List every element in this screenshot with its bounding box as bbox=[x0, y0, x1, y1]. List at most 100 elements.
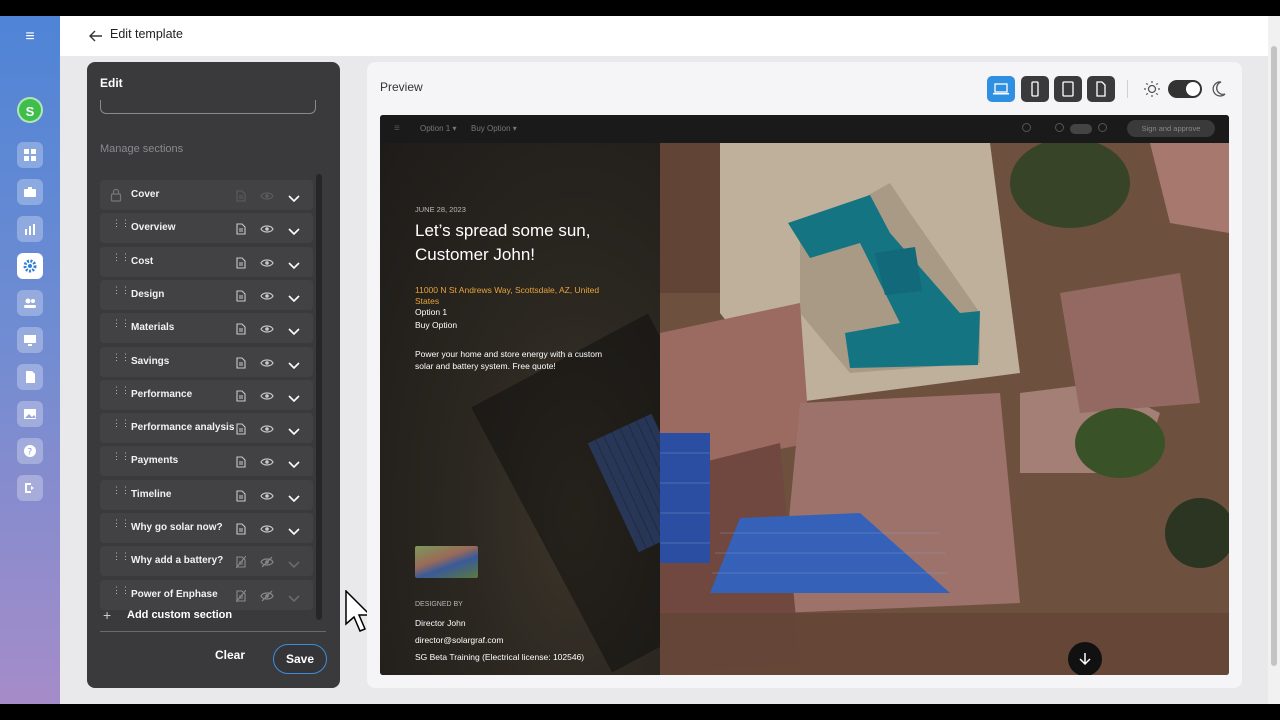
cover-headline: Let’s spread some sun, Customer John! bbox=[415, 221, 591, 264]
document-icon[interactable] bbox=[17, 364, 43, 390]
page-icon[interactable] bbox=[236, 289, 246, 307]
chevron-down-icon[interactable] bbox=[288, 323, 300, 341]
page-hidden-icon[interactable] bbox=[235, 589, 247, 607]
laptop-icon[interactable] bbox=[987, 76, 1015, 102]
eye-off-icon[interactable] bbox=[260, 589, 274, 607]
back-arrow-icon[interactable] bbox=[88, 28, 104, 44]
section-row[interactable]: ⋮⋮ Performance analysis bbox=[100, 413, 313, 444]
section-row[interactable]: ⋮⋮ Power of Enphase bbox=[100, 579, 313, 610]
chevron-down-icon[interactable] bbox=[288, 456, 300, 474]
scroll-down-button[interactable] bbox=[1068, 642, 1102, 675]
chevron-down-icon[interactable] bbox=[288, 490, 300, 508]
page-icon[interactable] bbox=[236, 455, 246, 473]
image-icon[interactable] bbox=[17, 401, 43, 427]
scrollbar-thumb[interactable] bbox=[1271, 46, 1277, 666]
section-row[interactable]: Cover bbox=[100, 180, 313, 210]
eye-icon[interactable] bbox=[260, 455, 274, 473]
divider bbox=[100, 631, 326, 632]
document-view-icon[interactable] bbox=[1087, 76, 1115, 102]
chevron-down-icon[interactable] bbox=[288, 257, 300, 275]
chevron-down-icon[interactable] bbox=[288, 190, 300, 208]
eye-icon[interactable] bbox=[260, 489, 274, 507]
option-dropdown[interactable]: Option 1 ▾ bbox=[420, 124, 457, 133]
drag-handle-icon[interactable]: ⋮⋮ bbox=[112, 585, 130, 602]
eye-icon[interactable] bbox=[260, 189, 274, 207]
drag-handle-icon[interactable]: ⋮⋮ bbox=[112, 419, 130, 435]
drag-handle-icon[interactable]: ⋮⋮ bbox=[112, 352, 130, 369]
gear-icon[interactable] bbox=[17, 253, 43, 279]
drag-handle-icon[interactable]: ⋮⋮ bbox=[112, 285, 130, 302]
template-field[interactable] bbox=[100, 100, 316, 114]
buy-option-dropdown[interactable]: Buy Option ▾ bbox=[471, 124, 517, 133]
section-row[interactable]: ⋮⋮ Payments bbox=[100, 446, 313, 477]
eye-icon[interactable] bbox=[260, 289, 274, 307]
chevron-down-icon[interactable] bbox=[288, 223, 300, 241]
section-row[interactable]: ⋮⋮ Timeline bbox=[100, 479, 313, 510]
page-hidden-icon[interactable] bbox=[235, 555, 247, 573]
drag-handle-icon[interactable]: ⋮⋮ bbox=[112, 452, 130, 468]
phone-icon[interactable] bbox=[1021, 76, 1049, 102]
theme-toggle[interactable] bbox=[1070, 124, 1092, 134]
logout-icon[interactable] bbox=[17, 475, 43, 501]
page-scrollbar[interactable] bbox=[1268, 16, 1280, 704]
dashboard-icon[interactable] bbox=[17, 142, 43, 168]
help-icon[interactable]: ? bbox=[17, 438, 43, 464]
page-icon[interactable] bbox=[236, 489, 246, 507]
section-row[interactable]: ⋮⋮ Cost bbox=[100, 246, 313, 277]
sign-and-approve-button[interactable]: Sign and approve bbox=[1127, 120, 1215, 137]
page-icon[interactable] bbox=[236, 189, 246, 207]
drag-handle-icon[interactable]: ⋮⋮ bbox=[112, 319, 130, 335]
page-icon[interactable] bbox=[236, 356, 246, 374]
page-icon[interactable] bbox=[236, 422, 246, 440]
eye-icon[interactable] bbox=[260, 256, 274, 274]
section-row[interactable]: ⋮⋮ Materials bbox=[100, 313, 313, 344]
eye-icon[interactable] bbox=[260, 356, 274, 374]
page-icon[interactable] bbox=[236, 389, 246, 407]
section-row[interactable]: ⋮⋮ Performance bbox=[100, 379, 313, 410]
section-row[interactable]: ⋮⋮ Savings bbox=[100, 346, 313, 377]
eye-icon[interactable] bbox=[260, 389, 274, 407]
eye-icon[interactable] bbox=[260, 522, 274, 540]
page-icon[interactable] bbox=[236, 522, 246, 540]
chevron-down-icon[interactable] bbox=[288, 523, 300, 541]
avatar[interactable]: S bbox=[17, 97, 43, 123]
page-icon[interactable] bbox=[236, 322, 246, 340]
section-row[interactable]: ⋮⋮ Why go solar now? bbox=[100, 513, 313, 543]
eye-icon[interactable] bbox=[260, 222, 274, 240]
clear-button[interactable]: Clear bbox=[215, 648, 245, 662]
menu-icon[interactable]: ≡ bbox=[394, 123, 400, 134]
chevron-down-icon[interactable] bbox=[288, 423, 300, 441]
drag-handle-icon[interactable]: ⋮⋮ bbox=[112, 485, 130, 502]
download-icon[interactable] bbox=[1022, 123, 1031, 132]
chevron-down-icon[interactable] bbox=[288, 390, 300, 408]
page-icon[interactable] bbox=[236, 256, 246, 274]
page-icon[interactable] bbox=[236, 222, 246, 240]
dark-mode-toggle[interactable] bbox=[1168, 80, 1202, 98]
save-button[interactable]: Save bbox=[273, 644, 327, 674]
briefcase-icon[interactable] bbox=[17, 179, 43, 205]
drag-handle-icon[interactable]: ⋮⋮ bbox=[112, 385, 130, 402]
section-row[interactable]: ⋮⋮ Design bbox=[100, 279, 313, 310]
chart-icon[interactable] bbox=[17, 216, 43, 242]
drag-handle-icon[interactable]: ⋮⋮ bbox=[112, 219, 130, 235]
monitor-icon[interactable] bbox=[17, 327, 43, 353]
drag-handle-icon[interactable]: ⋮⋮ bbox=[112, 519, 130, 535]
drag-handle-icon[interactable]: ⋮⋮ bbox=[112, 252, 130, 269]
section-label: Overview bbox=[131, 222, 176, 234]
add-custom-section-button[interactable]: + Add custom section bbox=[103, 607, 323, 627]
chevron-down-icon[interactable] bbox=[288, 290, 300, 308]
drag-handle-icon[interactable]: ⋮⋮ bbox=[112, 552, 130, 568]
sections-scrollbar[interactable] bbox=[316, 174, 322, 620]
chevron-down-icon[interactable] bbox=[288, 590, 300, 608]
eye-off-icon[interactable] bbox=[260, 555, 274, 573]
menu-icon[interactable]: ≡ bbox=[19, 28, 41, 46]
section-row[interactable]: ⋮⋮ Overview bbox=[100, 213, 313, 244]
tablet-icon[interactable] bbox=[1054, 76, 1082, 102]
eye-icon[interactable] bbox=[260, 422, 274, 440]
chevron-down-icon[interactable] bbox=[288, 357, 300, 375]
users-icon[interactable] bbox=[17, 290, 43, 316]
chevron-down-icon[interactable] bbox=[288, 556, 300, 574]
eye-icon[interactable] bbox=[260, 322, 274, 340]
section-row[interactable]: ⋮⋮ Why add a battery? bbox=[100, 546, 313, 577]
section-label: Materials bbox=[131, 322, 175, 334]
